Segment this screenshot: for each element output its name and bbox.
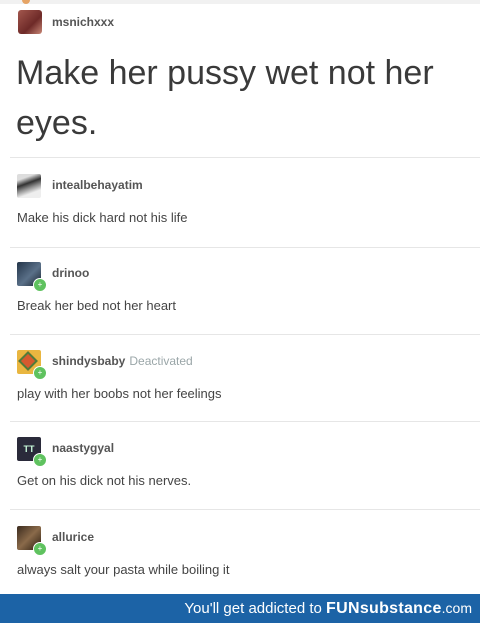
- reply-text: Make his dick hard not his life: [17, 210, 188, 225]
- reply-item: + shindysbaby Deactivated play with her b…: [0, 350, 480, 435]
- op-text: Make her pussy wet not her eyes.: [16, 54, 434, 142]
- divider: [10, 421, 480, 422]
- original-post: msnichxxx Make her pussy wet not her eye…: [0, 0, 480, 160]
- reply-username[interactable]: intealbehayatim: [52, 178, 143, 192]
- reply-text: Break her bed not her heart: [17, 298, 176, 313]
- reply-username[interactable]: allurice: [52, 530, 94, 544]
- reply-username-text: shindysbaby: [52, 354, 126, 368]
- plus-badge-icon: +: [33, 542, 47, 556]
- reply-text: Get on his dick not his nerves.: [17, 473, 192, 488]
- divider: [10, 509, 480, 510]
- banner-prefix: You'll get addicted to: [184, 600, 322, 617]
- reply-username[interactable]: naastygyal: [52, 441, 114, 455]
- divider: [10, 334, 480, 335]
- divider: [10, 247, 480, 248]
- op-username[interactable]: msnichxxx: [52, 15, 114, 29]
- plus-badge-icon: +: [33, 366, 47, 380]
- divider: [10, 157, 480, 158]
- funsubstance-banner[interactable]: You'll get addicted to FUNsubstance.com: [0, 594, 480, 623]
- reply-avatar[interactable]: [17, 174, 41, 198]
- reply-text: play with her boobs not her feelings: [17, 386, 222, 401]
- plus-badge-icon: +: [33, 278, 47, 292]
- banner-text: You'll get addicted to FUNsubstance.com: [184, 594, 472, 623]
- banner-domain: .com: [441, 600, 472, 616]
- reply-username[interactable]: shindysbaby Deactivated: [52, 354, 193, 368]
- deactivated-label: Deactivated: [129, 354, 193, 368]
- plus-badge-icon: +: [33, 453, 47, 467]
- reply-text: always salt your pasta while boiling it: [17, 562, 230, 577]
- funsubstance-logo: FUNsubstance: [326, 600, 442, 617]
- op-avatar[interactable]: [18, 10, 42, 34]
- reply-username[interactable]: drinoo: [52, 266, 89, 280]
